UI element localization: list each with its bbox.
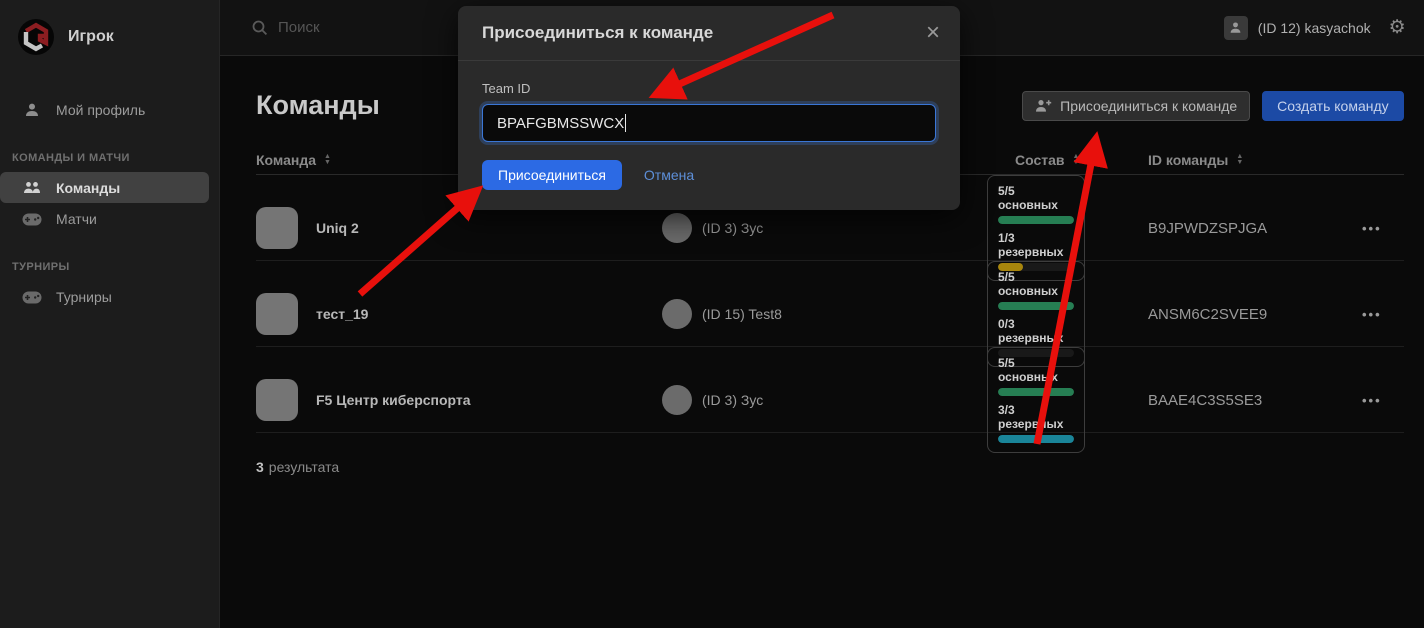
sidebar: Игрок Мой профиль КОМАНДЫ И МАТЧИ Команд… — [0, 0, 220, 628]
brand: Игрок — [0, 14, 219, 58]
reserve-roster-label: 3/3 резервных — [998, 403, 1074, 431]
sort-icon[interactable]: ▲▼ — [1073, 154, 1080, 166]
sidebar-section-tournaments: ТУРНИРЫ — [12, 261, 219, 273]
captain-avatar — [662, 213, 692, 243]
page-title: Команды — [256, 90, 380, 121]
captain-avatar — [662, 385, 692, 415]
team-avatar — [256, 293, 298, 335]
user-name[interactable]: (ID 12) kasyachok — [1258, 20, 1371, 36]
create-team-button[interactable]: Создать команду — [1262, 91, 1403, 121]
results-count: 3результата — [256, 459, 1404, 475]
main-roster-label: 5/5 основных — [998, 356, 1074, 384]
gamepad-icon — [22, 213, 42, 226]
text-caret — [625, 114, 626, 132]
sort-icon[interactable]: ▲▼ — [1236, 154, 1243, 166]
sidebar-section-teams-matches: КОМАНДЫ И МАТЧИ — [12, 152, 219, 164]
team-id-field-label: Team ID — [482, 81, 936, 96]
team-name: Uniq 2 — [316, 220, 359, 236]
captain-name: (ID 15) Test8 — [702, 306, 782, 322]
team-avatar — [256, 207, 298, 249]
sort-icon[interactable]: ▲▼ — [324, 154, 331, 166]
main-roster-bar — [998, 302, 1074, 310]
team-id-value: ANSM6C2SVEE9 — [1148, 306, 1362, 323]
reserve-roster-bar — [998, 435, 1074, 443]
gear-icon[interactable]: ⚙ — [1389, 18, 1406, 37]
sidebar-item-label: Турниры — [56, 289, 112, 305]
captain-name: (ID 3) Зус — [702, 220, 763, 236]
main-roster-label: 5/5 основных — [998, 270, 1074, 298]
team-avatar — [256, 379, 298, 421]
join-team-button[interactable]: Присоединиться к команде — [1022, 91, 1250, 121]
join-team-button-label: Присоединиться к команде — [1060, 98, 1237, 114]
sidebar-item-profile[interactable]: Мой профиль — [0, 94, 219, 126]
captain-name: (ID 3) Зус — [702, 392, 763, 408]
main-roster-label: 5/5 основных — [998, 184, 1074, 212]
app-window: Игрок Мой профиль КОМАНДЫ И МАТЧИ Команд… — [0, 0, 1424, 628]
sidebar-item-tournaments[interactable]: Турниры — [0, 281, 219, 313]
person-plus-icon — [1035, 99, 1052, 113]
reserve-roster-label: 0/3 резервных — [998, 317, 1074, 345]
sidebar-item-label: Команды — [56, 180, 120, 196]
row-actions-menu[interactable]: ••• — [1362, 393, 1404, 408]
table-row[interactable]: тест_19 (ID 15) Test8 5/5 основных 0/3 р… — [256, 261, 1404, 347]
row-actions-menu[interactable]: ••• — [1362, 307, 1404, 322]
team-id-value: BAAE4C3S5SE3 — [1148, 392, 1362, 409]
column-header-roster[interactable]: Состав ▲▼ — [987, 152, 1148, 168]
modal-join-button[interactable]: Присоединиться — [482, 160, 622, 190]
main-roster-bar — [998, 216, 1074, 224]
gamepad-icon — [22, 291, 42, 304]
user-avatar[interactable] — [1224, 16, 1248, 40]
reserve-roster-label: 1/3 резервных — [998, 231, 1074, 259]
close-icon[interactable]: × — [926, 21, 940, 45]
app-logo-icon — [18, 19, 54, 55]
modal-cancel-button[interactable]: Отмена — [644, 167, 694, 183]
team-id-input[interactable]: BPAFGBMSSWCX — [482, 104, 936, 142]
sidebar-item-matches[interactable]: Матчи — [0, 203, 219, 235]
row-actions-menu[interactable]: ••• — [1362, 221, 1404, 236]
sidebar-item-teams[interactable]: Команды — [0, 172, 209, 203]
table-row[interactable]: F5 Центр киберспорта (ID 3) Зус 5/5 осно… — [256, 347, 1404, 433]
sidebar-item-label: Матчи — [56, 211, 97, 227]
sidebar-item-label: Мой профиль — [56, 102, 145, 118]
search-icon — [252, 20, 268, 36]
team-id-value: B9JPWDZSPJGA — [1148, 220, 1362, 237]
team-name: тест_19 — [316, 306, 368, 322]
users-group-icon — [22, 181, 42, 195]
team-name: F5 Центр киберспорта — [316, 392, 471, 408]
main-roster-bar — [998, 388, 1074, 396]
column-header-team-id[interactable]: ID команды ▲▼ — [1148, 152, 1362, 168]
captain-avatar — [662, 299, 692, 329]
join-team-modal: Присоединиться к команде × Team ID BPAFG… — [458, 6, 960, 210]
person-icon — [22, 102, 42, 118]
roster-badge: 5/5 основных 3/3 резервных — [987, 347, 1085, 453]
modal-title: Присоединиться к команде — [482, 23, 713, 43]
app-title: Игрок — [68, 28, 114, 46]
